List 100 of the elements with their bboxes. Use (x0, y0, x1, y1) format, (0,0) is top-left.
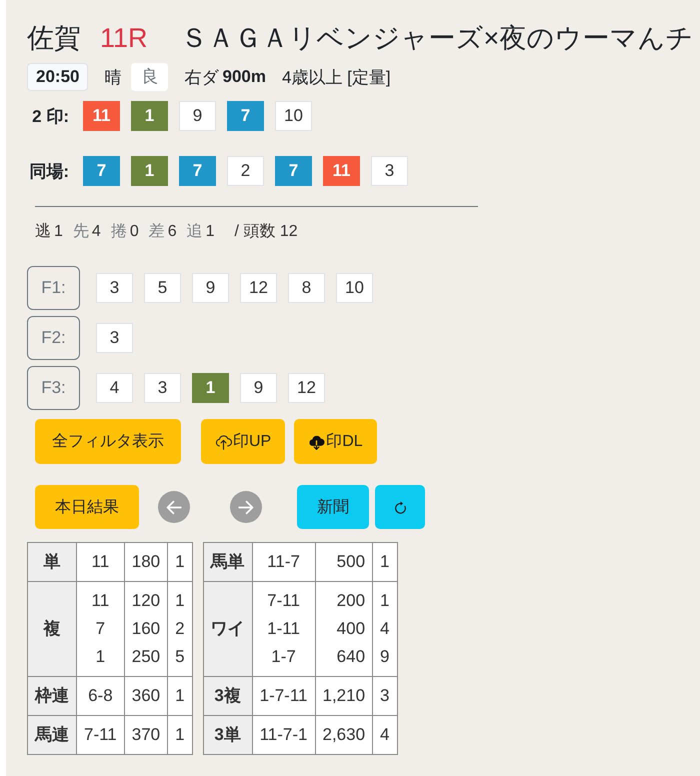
popularity-text: 4 (380, 618, 390, 640)
combination-text: 7-11 (267, 590, 300, 612)
popularity-text: 1 (380, 551, 390, 573)
bet-type-header: 複 (28, 582, 76, 676)
combination-text: 11 (92, 551, 110, 573)
field-size-text: / 頭数 12 (234, 222, 298, 242)
venue-title: 佐賀 (27, 22, 81, 55)
horse-number-badge: 3 (144, 373, 181, 403)
running-style-count: 1 (206, 222, 215, 242)
course-text: 右ダ (184, 66, 218, 88)
action-button[interactable]: 新聞 (297, 485, 369, 529)
payout-text: 500 (336, 551, 366, 573)
right-arrow-icon (238, 500, 254, 514)
popularity-text: 1 (175, 724, 185, 746)
action-button[interactable]: 全フィルタ表示 (35, 419, 181, 464)
popularity-text: 1 (175, 685, 185, 707)
payout-text: 640 (336, 646, 366, 668)
row-label: 同場: (28, 160, 69, 182)
next-button[interactable] (230, 491, 262, 523)
horse-number-badge: 4 (96, 373, 133, 403)
horse-number-badge: 5 (144, 273, 181, 303)
bet-type-header: 単 (28, 542, 76, 582)
popularity-text: 1 (175, 590, 185, 612)
popularity-text: 1 (175, 551, 185, 573)
horse-number-badge: 9 (192, 273, 229, 303)
payout-text: 360 (132, 685, 160, 707)
running-style-label: 捲 (110, 222, 127, 242)
horse-number-badge: 9 (240, 373, 277, 403)
payout-text: 180 (132, 551, 160, 573)
bet-type-header: 3単 (203, 716, 252, 754)
cloud-upload-icon (215, 434, 232, 450)
row-label: 2 印: (31, 106, 69, 128)
download-button[interactable]: 印DL (294, 419, 377, 464)
horse-number-badge: 10 (336, 273, 373, 303)
race-number: 11R (100, 22, 148, 55)
race-name: ＳＡＧＡリベンジャーズ×夜のウーマんチ (180, 22, 694, 55)
filter-button[interactable]: F1: (27, 266, 80, 310)
weather-text: 晴 (104, 66, 122, 88)
combination-text: 11-7 (267, 551, 300, 573)
horse-number-badge: 1 (131, 101, 168, 131)
bet-type-header: 3複 (203, 676, 252, 716)
combination-text: 1-7 (271, 646, 296, 668)
left-arrow-icon (166, 500, 182, 514)
horse-number-badge: 3 (96, 273, 133, 303)
bet-type-header: 馬単 (203, 542, 252, 582)
distance-text: 900m (222, 67, 266, 87)
popularity-text: 3 (380, 685, 390, 707)
horse-number-badge: 7 (83, 156, 120, 186)
popularity-text: 5 (175, 646, 185, 668)
combination-text: 7 (96, 618, 106, 640)
horse-number-badge: 3 (371, 156, 408, 186)
horse-number-badge: 8 (288, 273, 325, 303)
payout-text: 200 (336, 590, 366, 612)
previous-button[interactable] (158, 491, 190, 523)
running-style-count: 1 (54, 222, 63, 242)
combination-text: 7-11 (84, 724, 117, 746)
bet-type-header: ワイ (203, 582, 252, 676)
popularity-text: 4 (380, 724, 390, 746)
combination-text: 1 (96, 646, 106, 668)
running-style-count: 6 (168, 222, 177, 242)
horse-number-badge: 7 (275, 156, 312, 186)
running-style-label: 先 (72, 222, 89, 242)
payout-text: 370 (132, 724, 160, 746)
cloud-download-icon (308, 434, 326, 450)
horse-number-badge: 7 (179, 156, 216, 186)
popularity-text: 1 (380, 590, 390, 612)
payout-text: 2,630 (322, 724, 366, 746)
horse-number-badge: 1 (192, 373, 229, 403)
payout-text: 160 (132, 618, 160, 640)
horse-number-badge: 12 (288, 373, 325, 403)
horse-number-badge: 12 (240, 273, 277, 303)
post-time-badge: 20:50 (27, 63, 88, 91)
horse-number-badge: 10 (275, 101, 312, 131)
payout-text: 400 (336, 618, 366, 640)
action-button[interactable]: 本日結果 (35, 485, 139, 529)
horse-number-badge: 11 (323, 156, 360, 186)
horse-number-badge: 3 (96, 323, 133, 353)
race-class-text: 4歳以上 [定量] (282, 66, 391, 88)
combination-text: 11 (92, 590, 110, 612)
combination-text: 1-7-11 (260, 685, 308, 707)
payout-text: 120 (132, 590, 160, 612)
filter-button[interactable]: F3: (27, 366, 80, 410)
horse-number-badge: 7 (227, 101, 264, 131)
bet-type-header: 馬連 (28, 716, 76, 754)
combination-text: 11-7-1 (260, 724, 308, 746)
payout-text: 250 (132, 646, 160, 668)
track-condition-badge: 良 (131, 63, 168, 91)
upload-button[interactable]: 印UP (201, 419, 286, 464)
running-style-label: 追 (186, 222, 203, 242)
running-style-label: 逃 (35, 222, 51, 242)
horse-number-badge: 2 (227, 156, 264, 186)
bet-type-header: 枠連 (28, 676, 76, 716)
refresh-icon (394, 500, 406, 514)
running-style-count: 0 (130, 222, 139, 242)
payout-text: 1,210 (322, 685, 366, 707)
filter-button[interactable]: F2: (27, 316, 80, 360)
horse-number-badge: 1 (131, 156, 168, 186)
combination-text: 6-8 (88, 685, 113, 707)
running-style-label: 差 (148, 222, 165, 242)
running-style-count: 4 (92, 222, 101, 242)
